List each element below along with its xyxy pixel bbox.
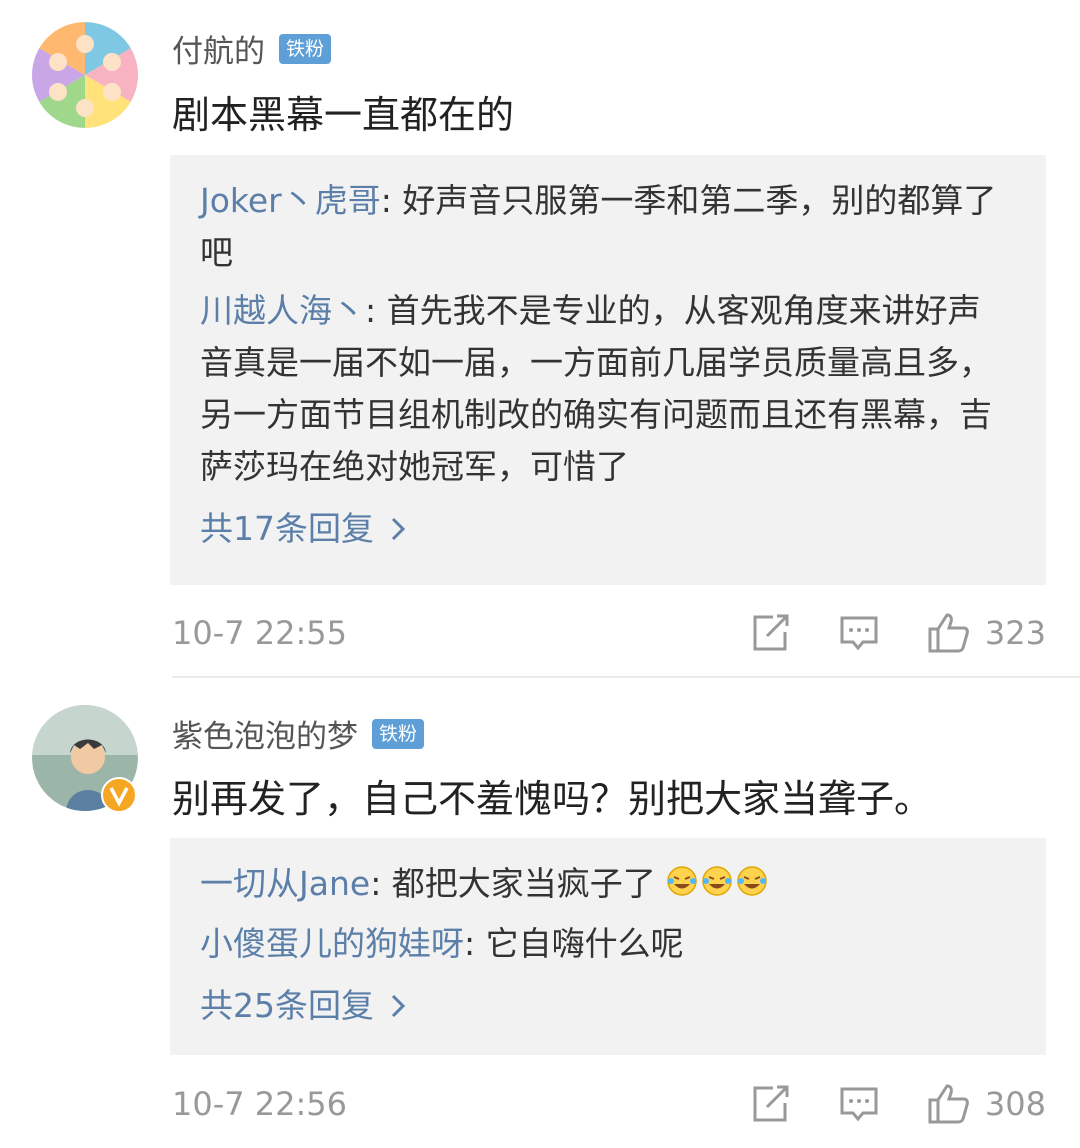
like-count: 308 xyxy=(984,1085,1046,1123)
reply-username[interactable]: 一切从Jane xyxy=(200,864,370,903)
reply-username[interactable]: 川越人海丶 xyxy=(200,291,365,330)
more-replies-label[interactable]: 共17条回复 xyxy=(200,503,374,555)
reply-item[interactable]: 小傻蛋儿的狗娃呀: 它自嗨什么呢 xyxy=(200,918,1006,970)
timestamp: 10-7 22:56 xyxy=(172,1085,348,1123)
avatar[interactable] xyxy=(32,22,138,128)
reply-item[interactable]: 一切从Jane: 都把大家当疯子了 xyxy=(200,858,1006,912)
like-button[interactable]: 308 xyxy=(927,1082,1046,1126)
share-button[interactable] xyxy=(751,614,791,652)
more-replies-link[interactable]: 共17条回复 xyxy=(200,503,1006,555)
username-text[interactable]: 付航的 xyxy=(172,26,265,71)
share-icon xyxy=(753,1085,789,1122)
replies-box[interactable]: Joker丶虎哥: 好声音只服第一季和第二季，别的都算了吧 川越人海丶: 首先我… xyxy=(170,155,1046,585)
comment-text: 剧本黑幕一直都在的 xyxy=(172,93,515,137)
comment-footer: 10-7 22:56 308 xyxy=(172,1074,1046,1134)
comment-text: 别再发了，自己不羞愧吗？别把大家当聋子。 xyxy=(172,777,933,821)
reply-item[interactable]: Joker丶虎哥: 好声音只服第一季和第二季，别的都算了吧 xyxy=(200,175,1006,279)
username-text[interactable]: 紫色泡泡的梦 xyxy=(172,711,358,756)
more-replies-link[interactable]: 共25条回复 xyxy=(200,980,1006,1032)
replies-box[interactable]: 一切从Jane: 都把大家当疯子了 小傻蛋儿的狗娃呀: 它自嗨什么呢 共25条回… xyxy=(170,838,1046,1055)
thumbs-up-icon xyxy=(928,1084,969,1124)
like-count: 323 xyxy=(984,614,1046,652)
comment-footer: 10-7 22:55 323 xyxy=(172,603,1046,663)
timestamp: 10-7 22:55 xyxy=(172,614,348,652)
reply-text: : 都把大家当疯子了 xyxy=(370,864,656,903)
chevron-right-icon xyxy=(391,994,406,1017)
fan-badge: 铁粉 xyxy=(279,33,332,64)
like-button[interactable]: 323 xyxy=(927,611,1046,655)
reply-username[interactable]: 小傻蛋儿的狗娃呀 xyxy=(200,924,464,963)
username[interactable]: 付航的 铁粉 xyxy=(172,26,332,71)
username[interactable]: 紫色泡泡的梦 铁粉 xyxy=(172,711,425,756)
reply-item[interactable]: 川越人海丶: 首先我不是专业的，从客观角度来讲好声音真是一届不如一届，一方面前几… xyxy=(200,285,1006,493)
more-replies-label[interactable]: 共25条回复 xyxy=(200,980,374,1032)
chevron-right-icon xyxy=(391,517,406,541)
fan-badge: 铁粉 xyxy=(372,718,425,749)
comment-icon xyxy=(840,616,878,651)
reply-text: : 它自嗨什么呢 xyxy=(464,923,684,963)
divider xyxy=(172,676,1080,678)
reply-username[interactable]: Joker丶虎哥 xyxy=(200,181,381,220)
comment-button[interactable] xyxy=(839,1085,879,1123)
laugh-cry-emoji-icon xyxy=(666,860,770,912)
verified-badge-icon xyxy=(101,777,137,813)
share-icon xyxy=(753,614,789,651)
share-button[interactable] xyxy=(751,1085,791,1123)
thumbs-up-icon xyxy=(928,613,969,653)
comment-button[interactable] xyxy=(839,614,879,652)
comment-icon xyxy=(840,1087,878,1122)
